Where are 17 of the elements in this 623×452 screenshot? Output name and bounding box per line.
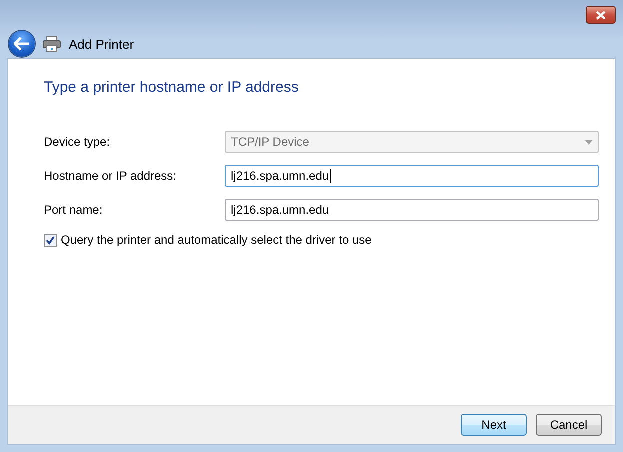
dropdown-arrow-icon: [585, 140, 593, 144]
close-icon: [596, 10, 606, 20]
field-label: Device type:: [44, 135, 112, 149]
printer-icon: [43, 36, 61, 52]
field-label: Port name:: [44, 203, 104, 217]
checkbox-label[interactable]: Query the printer and automatically select the driver to use: [61, 233, 372, 247]
close-button[interactable]: [586, 6, 616, 24]
back-button[interactable]: [9, 31, 35, 57]
back-arrow-icon: [14, 37, 30, 51]
checkbox[interactable]: [44, 234, 57, 246]
page-heading: Type a printer hostname or IP address: [44, 79, 300, 96]
text-field[interactable]: lj216.spa.umn.edu: [225, 165, 599, 187]
next-button[interactable]: Next: [461, 414, 527, 436]
cancel-button[interactable]: Cancel: [536, 414, 602, 436]
window-title: Add Printer: [69, 36, 134, 52]
text-field[interactable]: lj216.spa.umn.edu: [225, 199, 599, 221]
field-label: Hostname or IP address:: [44, 169, 178, 183]
